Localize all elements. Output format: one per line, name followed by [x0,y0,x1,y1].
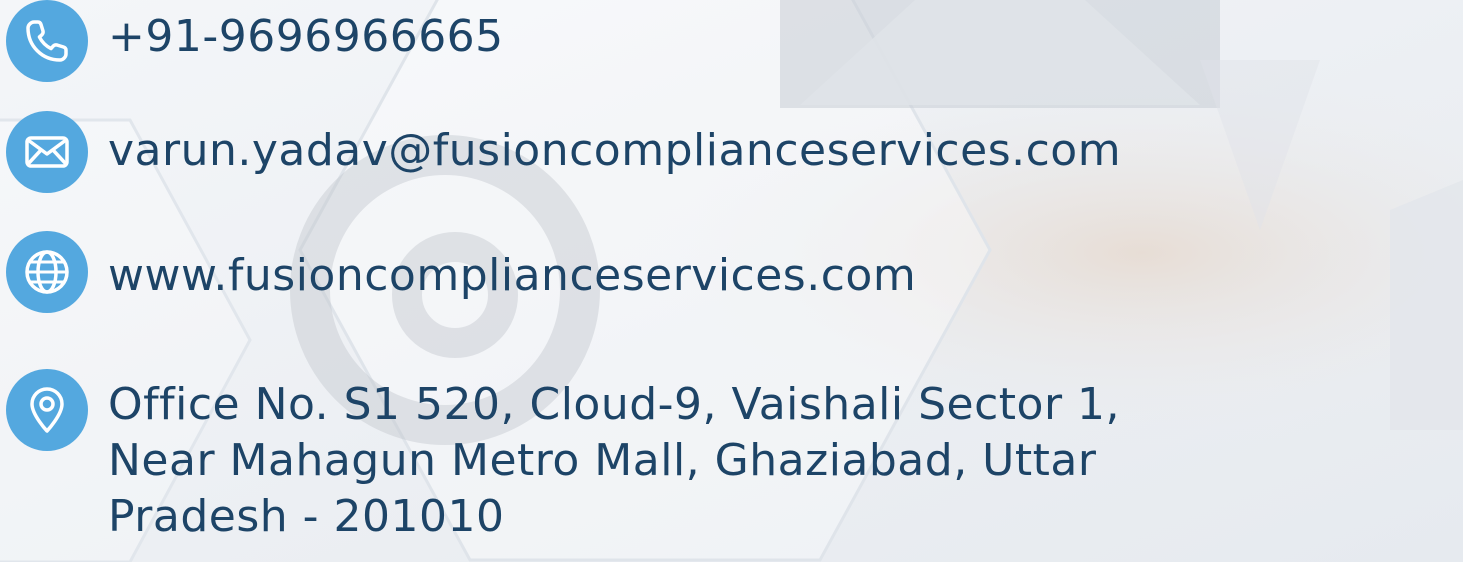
phone-number: +91-9696966665 [108,11,504,62]
contact-email-row[interactable]: varun.yadav@fusioncomplianceservices.com [6,111,1121,193]
address-line-2: Near Mahagun Metro Mall, Ghaziabad, Utta… [108,435,1097,486]
website-url: www.fusioncomplianceservices.com [108,250,917,301]
address-line-3: Pradesh - 201010 [108,491,505,542]
contact-list: +91-9696966665 varun.yadav@fusioncomplia… [0,0,1463,562]
phone-icon [6,0,88,82]
address-line-1: Office No. S1 520, Cloud-9, Vaishali Sec… [108,379,1121,430]
postal-address: Office No. S1 520, Cloud-9, Vaishali Sec… [108,377,1408,545]
contact-phone-row[interactable]: +91-9696966665 [6,0,504,82]
envelope-icon [6,111,88,193]
email-address: varun.yadav@fusioncomplianceservices.com [108,125,1122,176]
contact-address-row[interactable]: Office No. S1 520, Cloud-9, Vaishali Sec… [6,369,1408,545]
location-pin-icon [6,369,88,451]
contact-website-row[interactable]: www.fusioncomplianceservices.com [6,231,916,313]
globe-icon [6,231,88,313]
